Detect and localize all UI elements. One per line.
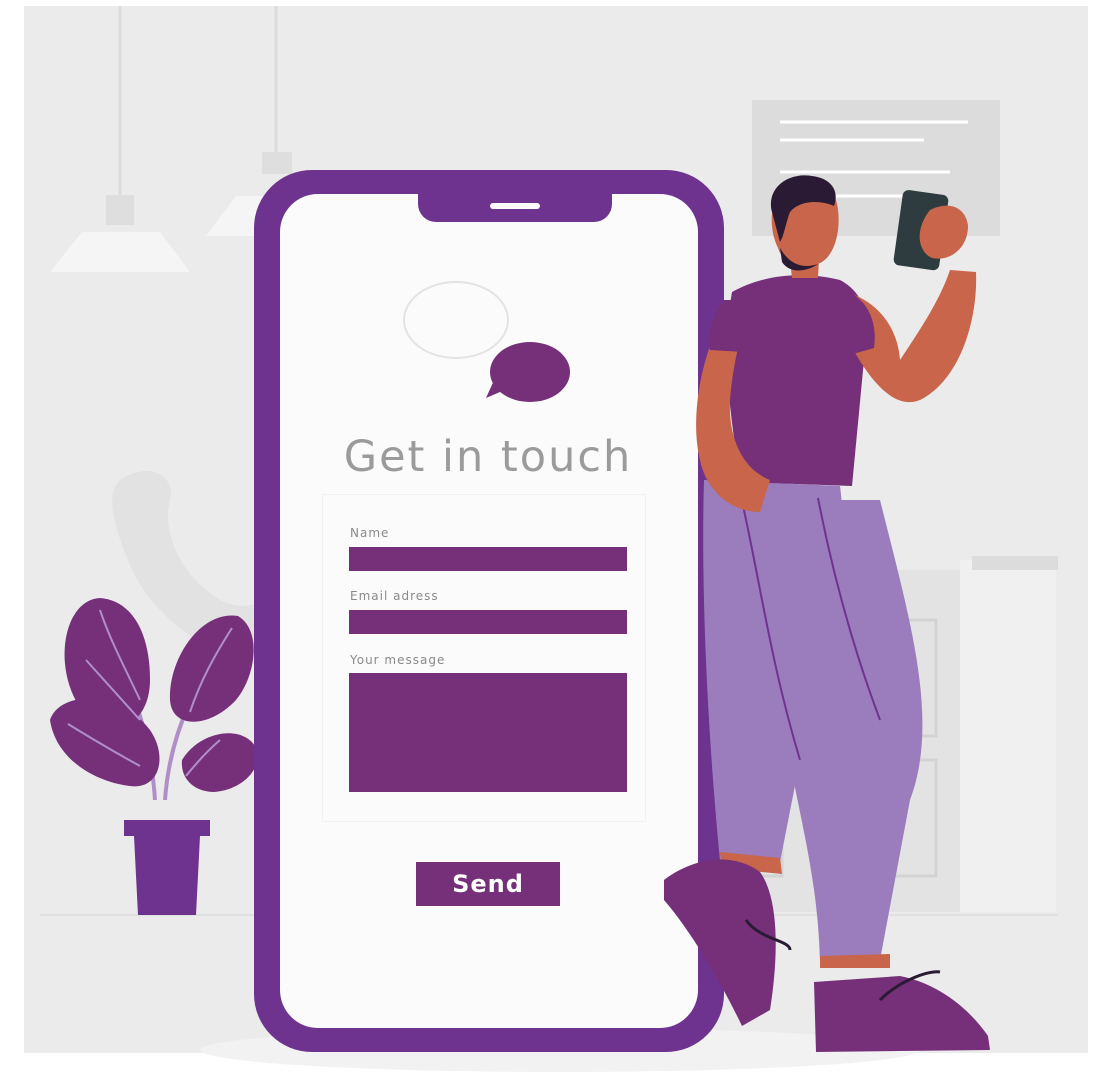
get-in-touch-illustration: Get in touch Name Email adress Your mess… — [0, 0, 1098, 1073]
notch-speaker-icon — [490, 203, 540, 209]
phone-notch — [418, 194, 612, 222]
message-field[interactable] — [349, 673, 627, 792]
chat-bubbles-icon — [0, 0, 430, 130]
chat-bubbles-icon — [403, 281, 570, 402]
name-field[interactable] — [349, 547, 627, 571]
cabinet — [720, 556, 1058, 912]
email-label: Email adress — [350, 589, 439, 603]
message-label: Your message — [350, 653, 446, 667]
wall-board — [752, 100, 1000, 236]
name-label: Name — [350, 526, 390, 540]
email-field[interactable] — [349, 610, 627, 634]
page-title: Get in touch — [343, 432, 633, 482]
send-button[interactable]: Send — [416, 862, 560, 906]
